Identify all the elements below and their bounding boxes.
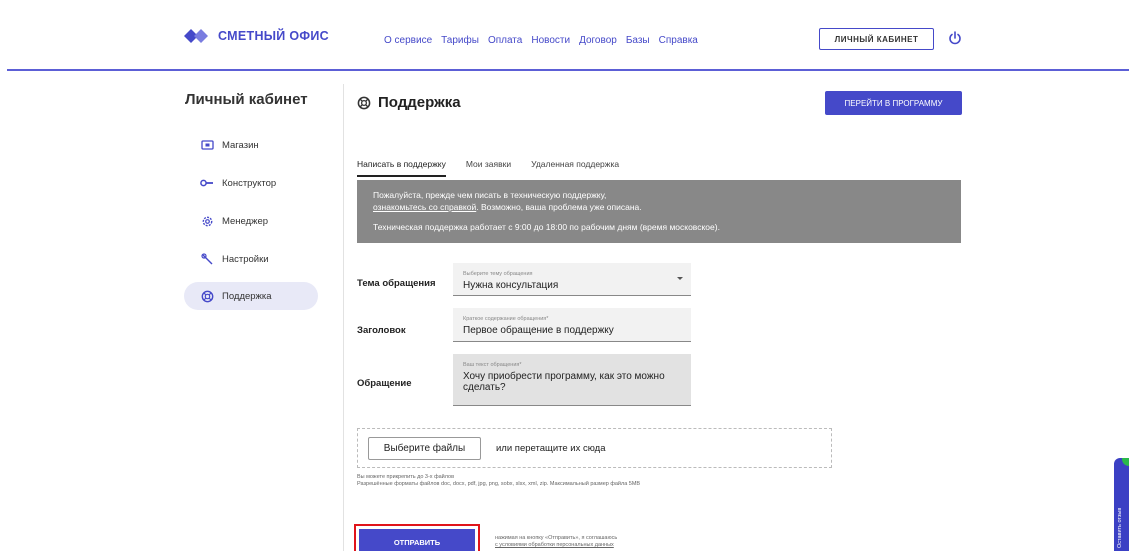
sidebar-item-label: Менеджер: [222, 215, 269, 227]
topic-placeholder: Выберите тему обращения: [463, 271, 533, 277]
logo-icon: [184, 29, 208, 43]
lifebuoy-icon: [200, 289, 214, 303]
subject-label: Заголовок: [357, 325, 406, 336]
logo[interactable]: СМЕТНЫЙ ОФИС: [184, 29, 329, 43]
nav-link-bases[interactable]: Базы: [626, 35, 650, 46]
sidebar-item-label: Конструктор: [222, 177, 277, 189]
sidebar-item-constructor[interactable]: Конструктор: [184, 169, 318, 197]
tab-my-requests[interactable]: Мои заявки: [466, 159, 511, 177]
send-button-highlight: ОТПРАВИТЬ: [354, 524, 480, 551]
notice-line-3: Техническая поддержка работает с 9:00 до…: [373, 222, 720, 232]
message-textarea[interactable]: Ваш текст обращения* Хочу приобрести про…: [453, 354, 691, 406]
drop-text: или перетащите их сюда: [496, 443, 606, 454]
sidebar-item-support[interactable]: Поддержка: [184, 282, 318, 310]
lifebuoy-icon: [357, 96, 371, 109]
topic-value: Нужна консультация: [463, 280, 559, 291]
message-value: Хочу приобрести программу, как это можно…: [463, 371, 665, 393]
file-dropzone[interactable]: Выберите файлы или перетащите их сюда: [357, 428, 832, 468]
file-hint-formats: Разрешённые форматы файлов doc, docx, pd…: [357, 481, 641, 487]
main-nav: О сервисе Тарифы Оплата Новости Договор …: [384, 35, 707, 46]
personal-cabinet-button[interactable]: ЛИЧНЫЙ КАБИНЕТ: [819, 28, 934, 50]
notice-line-1: Пожалуйста, прежде чем писать в техничес…: [373, 190, 607, 200]
logo-text: СМЕТНЫЙ ОФИС: [218, 29, 329, 43]
help-link[interactable]: ознакомьтесь со справкой: [373, 202, 476, 212]
send-button[interactable]: ОТПРАВИТЬ: [359, 529, 475, 551]
tab-write-support[interactable]: Написать в поддержку: [357, 159, 446, 177]
store-icon: [200, 138, 214, 152]
message-placeholder: Ваш текст обращения*: [463, 362, 522, 368]
notice-line-2: ознакомьтесь со справкой. Возможно, ваша…: [373, 201, 961, 213]
nav-link-news[interactable]: Новости: [531, 35, 570, 46]
agreement-text: нажимая на кнопку «Отправить», я соглаша…: [495, 535, 617, 549]
header-divider: [7, 69, 1129, 71]
message-label: Обращение: [357, 378, 412, 389]
power-icon[interactable]: [948, 31, 962, 45]
page-title: Поддержка: [357, 94, 461, 111]
topic-label: Тема обращения: [357, 278, 436, 289]
chevron-down-icon: [677, 277, 683, 280]
sidebar-item-label: Поддержка: [222, 290, 272, 302]
notice-line-2-text: . Возможно, ваша проблема уже описана.: [476, 202, 642, 212]
topic-select[interactable]: Выберите тему обращения Нужна консультац…: [453, 263, 691, 296]
page: СМЕТНЫЙ ОФИС О сервисе Тарифы Оплата Нов…: [0, 0, 1129, 551]
privacy-link[interactable]: с условиями обработки персональных данны…: [495, 542, 614, 548]
sidebar-item-label: Магазин: [222, 139, 259, 151]
nav-link-contract[interactable]: Договор: [579, 35, 617, 46]
key-icon: [200, 176, 214, 190]
agreement-line-2: с условиями обработки персональных данны…: [495, 542, 617, 549]
sidebar-item-label: Настройки: [222, 253, 269, 265]
sidebar-item-store[interactable]: Магазин: [184, 131, 318, 159]
choose-files-button[interactable]: Выберите файлы: [368, 437, 481, 460]
feedback-label: Оставить отзыв: [1117, 507, 1123, 548]
subject-value: Первое обращение в поддержку: [463, 325, 614, 336]
file-hint: Вы можете прикрепить до 3-х файлов Разре…: [357, 474, 640, 488]
tab-remote-support[interactable]: Удаленная поддержка: [531, 159, 619, 177]
nav-link-tariffs[interactable]: Тарифы: [441, 35, 479, 46]
file-hint-count: Вы можете прикрепить до 3-х файлов: [357, 474, 454, 480]
subject-input[interactable]: Краткое содержание обращения* Первое обр…: [453, 308, 691, 342]
gear-icon: [200, 214, 214, 228]
nav-link-help[interactable]: Справка: [659, 35, 698, 46]
sidebar-item-manager[interactable]: Менеджер: [184, 207, 318, 235]
feedback-indicator: [1122, 458, 1129, 466]
nav-link-about[interactable]: О сервисе: [384, 35, 432, 46]
feedback-widget[interactable]: Оставить отзыв: [1114, 458, 1129, 551]
wrench-icon: [200, 252, 214, 266]
support-notice: Пожалуйста, прежде чем писать в техничес…: [357, 180, 961, 243]
nav-link-payment[interactable]: Оплата: [488, 35, 522, 46]
agreement-line-1: нажимая на кнопку «Отправить», я соглаша…: [495, 535, 618, 541]
subject-placeholder: Краткое содержание обращения*: [463, 316, 549, 322]
go-to-program-button[interactable]: ПЕРЕЙТИ В ПРОГРАММУ: [825, 91, 962, 115]
sidebar-divider: [343, 84, 344, 551]
page-title-text: Поддержка: [378, 94, 461, 111]
sidebar-title: Личный кабинет: [185, 91, 308, 108]
sidebar-item-settings[interactable]: Настройки: [184, 245, 318, 273]
support-tabs: Написать в поддержку Мои заявки Удаленна…: [357, 159, 639, 177]
